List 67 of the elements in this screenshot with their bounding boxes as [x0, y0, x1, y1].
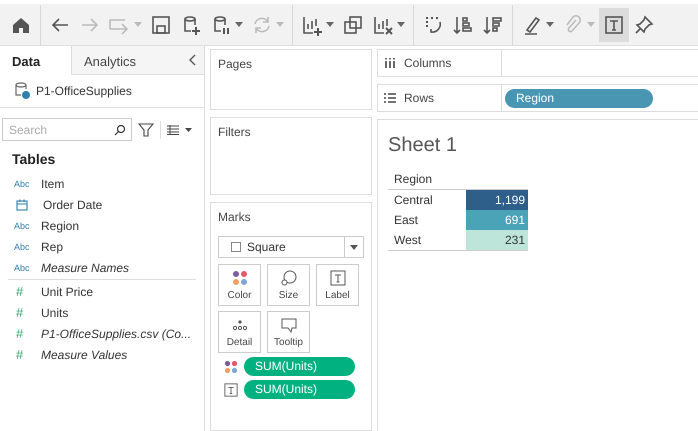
mark-button[interactable]: Color	[218, 264, 261, 306]
speech-bubble-icon	[280, 316, 296, 332]
type-label: Abc	[14, 178, 31, 188]
card-title: Filters	[218, 125, 252, 139]
sheet-title: Sheet 1	[388, 134, 458, 157]
field-name[interactable]: Item	[41, 176, 64, 190]
heatmap-cell: 1,199	[466, 190, 528, 210]
database-check-icon	[14, 82, 30, 100]
field-name[interactable]: P1-OfficeSupplies.csv (Co...	[41, 326, 192, 340]
caret-icon	[350, 244, 358, 250]
heatmap-cell: 691	[466, 210, 528, 230]
shelf-label: Columns	[404, 56, 452, 70]
save-icon	[150, 14, 172, 36]
type-label: #	[15, 284, 24, 299]
calendar-icon	[16, 198, 28, 210]
section-heading: Tables	[11, 150, 56, 169]
type-label: Abc	[14, 220, 31, 230]
collapse-icon[interactable]	[188, 54, 196, 66]
duplicate-icon	[342, 14, 364, 36]
panel-tab[interactable]: Analytics	[71, 46, 186, 75]
field-name[interactable]: Region	[41, 218, 80, 232]
type-label: Abc	[14, 242, 31, 252]
labels-icon	[603, 14, 625, 36]
type-label: #	[15, 326, 24, 341]
card-title: Pages	[218, 57, 254, 71]
field-name[interactable]: Unit Price	[41, 284, 94, 298]
list-view-icon[interactable]	[167, 124, 193, 134]
type-label: Abc	[14, 262, 31, 272]
table-cell-text: Central	[393, 192, 434, 209]
search-field[interactable]: Search	[2, 118, 132, 141]
caret-icon	[326, 22, 334, 27]
search-icon	[114, 124, 126, 136]
field-name[interactable]: Measure Values	[41, 348, 128, 362]
shelf-label: Rows	[404, 91, 434, 105]
table-cell-text: East	[393, 212, 420, 229]
caret-icon	[546, 22, 554, 27]
table-cell-text: West	[393, 232, 422, 249]
caret-icon	[276, 22, 284, 27]
text-label-icon	[330, 270, 346, 286]
square-icon	[231, 242, 241, 252]
card-title: Marks	[218, 210, 252, 224]
datasource-name[interactable]: P1-OfficeSupplies	[36, 84, 132, 98]
mark-button[interactable]: Label	[316, 264, 359, 306]
mark-button[interactable]: Detail	[218, 311, 261, 353]
type-label: #	[15, 347, 24, 362]
rows-icon	[384, 93, 396, 103]
field-name[interactable]: Units	[41, 306, 68, 320]
field-name[interactable]: Order Date	[43, 198, 102, 212]
size-circles-icon	[280, 270, 296, 286]
filter-icon[interactable]	[138, 122, 154, 138]
color-dots-icon	[224, 360, 238, 374]
caret-icon	[397, 22, 405, 27]
toolbar-button[interactable]	[599, 8, 629, 42]
field-name[interactable]: Rep	[41, 240, 64, 254]
caret-icon	[134, 22, 142, 27]
caret-icon	[235, 22, 243, 27]
type-label: #	[15, 305, 24, 320]
mark-type-dropdown[interactable]: Square	[218, 236, 364, 258]
columns-icon	[384, 58, 396, 68]
caret-icon	[587, 22, 595, 27]
color-dots-icon	[232, 270, 248, 286]
field-name[interactable]: Measure Names	[41, 260, 130, 274]
mark-button[interactable]: Size	[267, 264, 310, 306]
heatmap-cell: 231	[466, 230, 528, 250]
text-label-icon	[224, 382, 238, 396]
pin-icon	[633, 14, 655, 36]
mark-button[interactable]: Tooltip	[267, 311, 310, 353]
